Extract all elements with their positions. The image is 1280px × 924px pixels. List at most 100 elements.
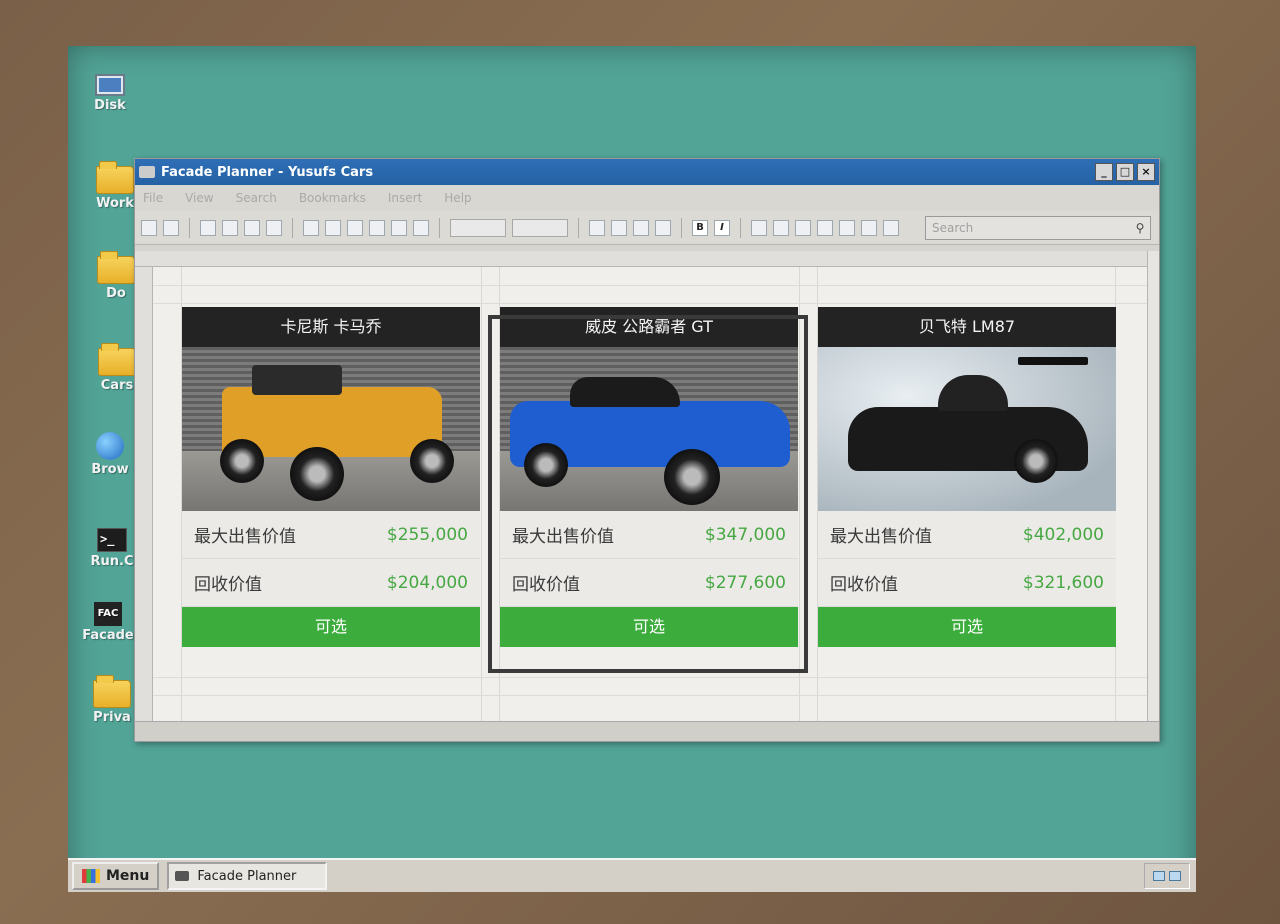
buyback-row: 回收价值 $277,600 (500, 559, 798, 607)
buyback-row: 回收价值 $321,600 (818, 559, 1116, 607)
app-icon (175, 871, 190, 881)
insert-row-icon[interactable] (347, 219, 363, 236)
car-name: 威皮 公路霸者 GT (500, 307, 798, 347)
taskbar-item-facade-planner[interactable]: Facade Planner (167, 862, 328, 890)
grid-line (153, 285, 1153, 286)
start-menu-button[interactable]: Menu (72, 862, 160, 890)
taskbar: Menu Facade Planner (68, 858, 1196, 892)
wheel (524, 443, 568, 487)
window-titlebar[interactable]: Facade Planner - Yusufs Cars _ □ × (135, 159, 1159, 185)
indent-icon[interactable] (795, 219, 811, 236)
network-icon[interactable] (1153, 871, 1165, 881)
menu-search[interactable]: Search (236, 191, 277, 205)
buyback-label: 回收价值 (512, 575, 580, 595)
add-icon[interactable] (391, 219, 407, 236)
vertical-scrollbar[interactable] (1147, 251, 1159, 721)
wheel (290, 447, 344, 501)
grid-line (799, 267, 800, 721)
align-block-icon[interactable] (303, 219, 319, 236)
car-card: 贝飞特 LM87 最大出售价值 $402,000 回收价值 $321,600 可… (818, 307, 1116, 647)
car-image (500, 347, 798, 511)
display-icon[interactable] (1169, 871, 1181, 881)
folder-icon (97, 251, 135, 284)
buyback-value: $204,000 (386, 572, 468, 593)
facade-planner-window: Facade Planner - Yusufs Cars _ □ × File … (134, 158, 1160, 742)
outdent-icon[interactable] (817, 219, 833, 236)
grid-line (153, 677, 1153, 678)
desktop-icon-run[interactable]: >_ Run.C (82, 528, 142, 569)
desktop-icon-facade[interactable]: FAC Facade (78, 602, 138, 643)
car-card: 威皮 公路霸者 GT 最大出售价值 $347,000 回收价值 $277,600 (500, 307, 798, 647)
menu-bookmarks[interactable]: Bookmarks (299, 191, 366, 205)
max-sale-row: 最大出售价值 $402,000 (818, 511, 1116, 559)
toolbar-divider (189, 217, 190, 238)
delete-icon[interactable] (413, 219, 429, 236)
start-logo-icon (82, 869, 100, 883)
bold-button[interactable]: B (692, 219, 708, 236)
paste-icon[interactable] (266, 219, 282, 236)
font-select[interactable] (450, 218, 506, 237)
max-sale-value: $402,000 (1022, 524, 1104, 545)
desktop: Disk Work Do Cars Brow >_ Run.C FAC Faca… (68, 46, 1196, 892)
list-icon[interactable] (751, 219, 767, 236)
buyback-value: $277,600 (704, 572, 786, 593)
max-sale-label: 最大出售价值 (194, 527, 296, 547)
border-icon[interactable] (589, 219, 605, 236)
select-button[interactable]: 可选 (500, 607, 798, 647)
desktop-icon-browser[interactable]: Brow (80, 432, 140, 477)
globe-icon (96, 432, 124, 460)
wheel (410, 439, 454, 483)
desktop-icon-private[interactable]: Priva (82, 675, 142, 725)
align-center-icon[interactable] (861, 219, 877, 236)
terminal-icon: >_ (97, 528, 127, 552)
toolbar-divider (578, 217, 579, 238)
close-button[interactable]: × (1137, 163, 1155, 181)
size-select[interactable] (512, 218, 568, 237)
folder-icon (98, 343, 136, 376)
align-left-icon[interactable] (839, 219, 855, 236)
toolbar-divider (681, 217, 682, 238)
page-icon[interactable] (200, 219, 216, 236)
menu-view[interactable]: View (185, 191, 213, 205)
status-bar (135, 721, 1159, 741)
buyback-label: 回收价值 (830, 575, 898, 595)
search-placeholder: Search (932, 220, 974, 235)
menu-file[interactable]: File (143, 191, 163, 205)
toolbar-divider (292, 217, 293, 238)
toolbar: B I Search ⚲ (135, 211, 1159, 245)
desktop-icon-label: Work (96, 196, 134, 211)
select-button[interactable]: 可选 (818, 607, 1116, 647)
toolbar-divider (740, 217, 741, 238)
minimize-button[interactable]: _ (1095, 163, 1113, 181)
wheel (1014, 439, 1058, 483)
menu-help[interactable]: Help (444, 191, 471, 205)
maximize-button[interactable]: □ (1116, 163, 1134, 181)
border-icon[interactable] (633, 219, 649, 236)
search-input[interactable]: Search ⚲ (925, 215, 1151, 240)
align-block-icon[interactable] (325, 219, 341, 236)
search-icon[interactable]: ⚲ (1130, 221, 1150, 235)
desktop-icon-disk[interactable]: Disk (68, 74, 155, 113)
buyback-row: 回收价值 $204,000 (182, 559, 480, 607)
system-tray (1144, 863, 1190, 889)
italic-button[interactable]: I (714, 219, 730, 236)
grid-line (481, 267, 482, 721)
window-title: Facade Planner - Yusufs Cars (161, 164, 374, 180)
buyback-label: 回收价值 (194, 575, 262, 595)
max-sale-value: $255,000 (386, 524, 468, 545)
copy-icon[interactable] (222, 219, 238, 236)
align-right-icon[interactable] (883, 219, 899, 236)
desktop-icon-label: Priva (93, 710, 131, 725)
menu-insert[interactable]: Insert (388, 191, 422, 205)
car-roof (570, 377, 680, 407)
grid-line (153, 695, 1153, 696)
image-icon[interactable] (244, 219, 260, 236)
list-icon[interactable] (773, 219, 789, 236)
save-icon[interactable] (163, 219, 179, 236)
select-button[interactable]: 可选 (182, 607, 480, 647)
new-icon[interactable] (141, 219, 157, 236)
insert-col-icon[interactable] (369, 219, 385, 236)
border-icon[interactable] (611, 219, 627, 236)
car-name: 贝飞特 LM87 (818, 307, 1116, 347)
border-icon[interactable] (655, 219, 671, 236)
